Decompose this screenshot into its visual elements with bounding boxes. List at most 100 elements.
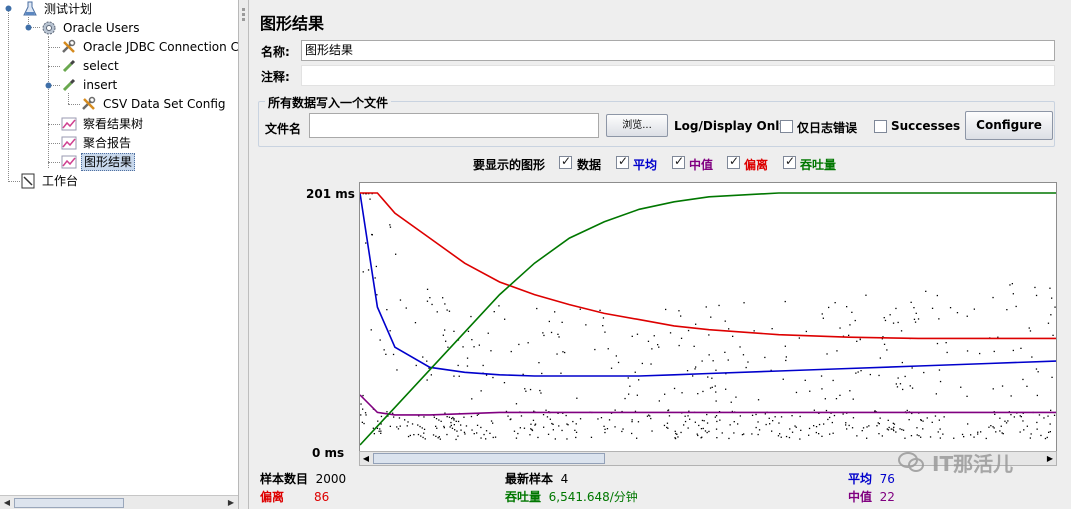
sample-point xyxy=(473,433,475,435)
sample-point xyxy=(395,253,397,255)
sample-point xyxy=(833,414,836,417)
sample-point xyxy=(741,434,744,436)
browse-button[interactable]: 浏览... xyxy=(606,114,668,137)
sample-point xyxy=(443,425,445,428)
sample-point xyxy=(992,426,994,428)
sample-point xyxy=(447,346,449,348)
sample-point xyxy=(1050,409,1052,411)
deviation-checkbox[interactable] xyxy=(727,154,740,169)
scroll-left-icon[interactable]: ◀ xyxy=(1,498,13,508)
collapse-toggle-icon[interactable] xyxy=(24,23,33,32)
median-checkbox[interactable] xyxy=(672,154,685,169)
sample-point xyxy=(1020,347,1022,349)
sample-point xyxy=(1022,378,1024,381)
graph-icon xyxy=(61,136,77,150)
sample-point xyxy=(827,418,829,421)
sample-point xyxy=(914,321,917,323)
sample-point xyxy=(993,427,995,429)
sample-point xyxy=(888,426,890,429)
sample-point xyxy=(865,294,867,296)
sample-point xyxy=(938,419,940,421)
sample-point xyxy=(857,371,859,373)
sample-point xyxy=(714,385,716,387)
sample-point xyxy=(520,415,523,417)
sample-point xyxy=(937,431,939,433)
sample-point xyxy=(1029,437,1031,439)
sample-point xyxy=(813,425,815,427)
sample-point xyxy=(1026,385,1028,387)
sample-point xyxy=(866,437,868,439)
sample-point xyxy=(753,330,755,332)
sample-point xyxy=(1013,416,1015,418)
throughput-checkbox[interactable] xyxy=(783,154,796,169)
sample-point xyxy=(768,417,770,419)
sample-point xyxy=(999,430,1001,432)
sample-point xyxy=(1036,428,1038,430)
sample-point xyxy=(674,430,676,432)
sample-point xyxy=(509,418,511,421)
sample-point xyxy=(574,429,576,431)
sample-point xyxy=(1046,436,1048,439)
successes-checkbox[interactable] xyxy=(874,120,887,133)
sample-point xyxy=(445,340,447,342)
sample-point xyxy=(554,438,556,440)
sample-point xyxy=(687,415,689,417)
comment-field[interactable] xyxy=(301,65,1055,86)
sample-point xyxy=(879,357,881,359)
series-line-吞吐量 xyxy=(360,192,1056,446)
tree-horizontal-scrollbar[interactable]: ◀ ▶ xyxy=(0,495,238,509)
sample-point xyxy=(711,386,713,388)
data-checkbox[interactable] xyxy=(559,154,572,169)
sample-point xyxy=(436,427,438,429)
sample-point xyxy=(1009,284,1011,286)
errors-only-checkbox[interactable] xyxy=(780,120,793,133)
deviation-option-label: 偏离 xyxy=(744,158,769,172)
sample-point xyxy=(719,419,721,421)
collapse-toggle-icon[interactable] xyxy=(4,4,13,13)
sample-point xyxy=(687,329,690,332)
sample-point xyxy=(680,315,682,317)
sample-point xyxy=(724,351,726,353)
sample-point xyxy=(728,437,730,440)
sample-point xyxy=(861,430,863,432)
test-plan-tree[interactable]: 测试计划 Oracle Users Oracle JDBC Connection… xyxy=(0,0,239,509)
scroll-left-icon[interactable]: ◀ xyxy=(360,452,372,465)
sample-point xyxy=(365,242,367,244)
sample-point xyxy=(994,413,996,415)
sample-point xyxy=(549,418,551,420)
sample-point xyxy=(393,416,395,418)
sample-point xyxy=(815,431,817,434)
configure-button[interactable]: Configure xyxy=(965,111,1053,140)
scroll-right-icon[interactable]: ▶ xyxy=(1044,452,1056,465)
filename-input[interactable] xyxy=(309,113,599,138)
sample-point xyxy=(755,426,757,429)
scrollbar-thumb[interactable] xyxy=(14,498,124,508)
scrollbar-thumb[interactable] xyxy=(373,453,605,464)
sample-point xyxy=(492,376,494,379)
average-checkbox[interactable] xyxy=(616,154,629,169)
sample-point xyxy=(966,315,968,317)
sample-point xyxy=(415,364,417,367)
sample-point xyxy=(667,427,669,429)
collapse-toggle-icon[interactable] xyxy=(44,81,53,90)
workbench-icon xyxy=(21,173,35,189)
sample-point xyxy=(457,435,459,437)
sample-point xyxy=(414,322,417,324)
sample-point xyxy=(846,428,848,430)
sample-point xyxy=(745,366,747,369)
sample-point xyxy=(934,415,937,417)
sample-point xyxy=(689,418,691,420)
sample-point xyxy=(651,348,653,350)
sample-point xyxy=(920,419,922,421)
sample-point xyxy=(556,353,558,355)
sample-point xyxy=(897,321,899,324)
name-field[interactable]: 图形结果 xyxy=(301,40,1055,61)
sample-point xyxy=(417,433,420,436)
sample-point xyxy=(852,398,854,400)
sample-point xyxy=(922,428,924,430)
sample-point xyxy=(371,233,373,236)
sample-point xyxy=(916,434,918,436)
split-pane-divider[interactable] xyxy=(239,0,249,509)
scroll-right-icon[interactable]: ▶ xyxy=(225,498,237,508)
sample-point xyxy=(440,420,442,422)
